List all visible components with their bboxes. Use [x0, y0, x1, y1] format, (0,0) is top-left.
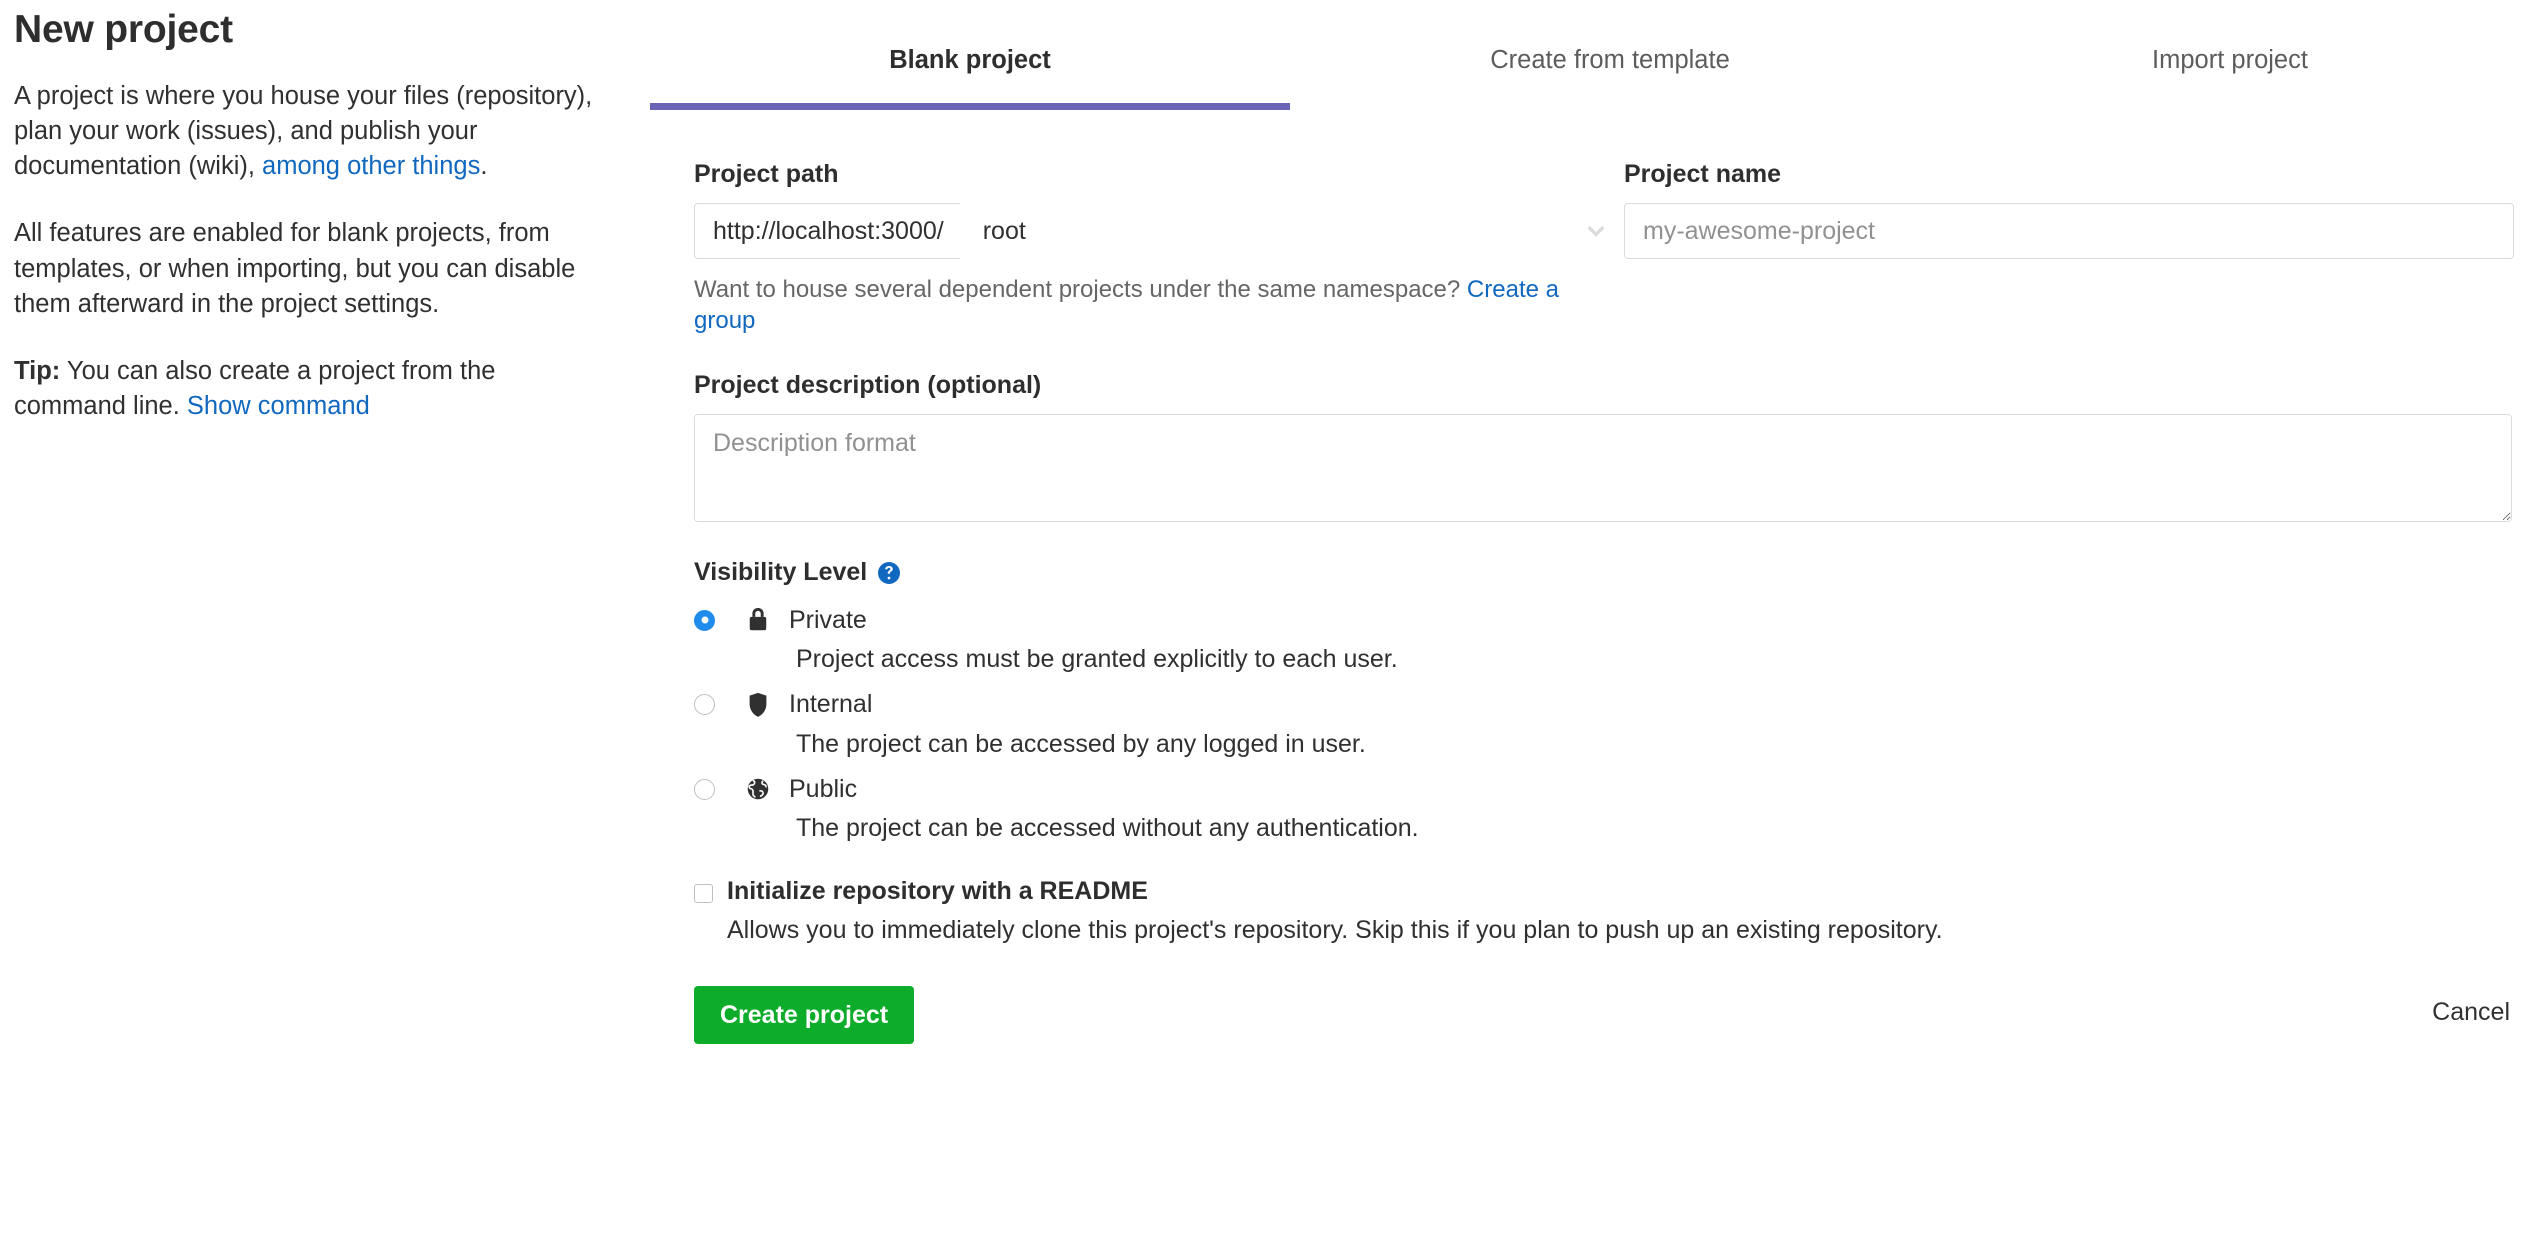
namespace-help-text-label: Want to house several dependent projects…: [694, 276, 1467, 303]
project-name-label: Project name: [1624, 160, 1782, 188]
page-title: New project: [14, 8, 233, 51]
project-description-label: Project description (optional): [694, 371, 1042, 400]
page-description-column: New project A project is where you house…: [14, 8, 614, 424]
among-other-things-link[interactable]: among other things: [262, 152, 480, 180]
show-command-link[interactable]: Show command: [187, 392, 370, 420]
tab-import-project[interactable]: Import project: [1930, 18, 2530, 110]
namespace-select[interactable]: root: [959, 203, 1624, 259]
project-name-field-group: Project name: [1624, 160, 2514, 336]
chevron-down-icon: [1587, 225, 1605, 237]
visibility-option-private-row: Private: [694, 602, 2514, 638]
new-project-page: New project A project is where you house…: [0, 0, 2530, 1252]
visibility-level-header: Visibility Level: [694, 558, 2514, 587]
visibility-option-public[interactable]: Public The project can be accessed witho…: [694, 771, 2514, 845]
visibility-option-internal-name: Internal: [789, 690, 873, 719]
tip-paragraph: Tip: You can also create a project from …: [14, 354, 614, 424]
visibility-option-internal-description: The project can be accessed by any logge…: [796, 729, 1366, 758]
visibility-option-public-row: Public: [694, 771, 2514, 807]
project-path-label: Project path: [694, 160, 839, 188]
initialize-readme-checkbox[interactable]: [694, 883, 713, 903]
visibility-level-section: Visibility Level Private Project access …: [694, 558, 2514, 845]
visibility-level-title: Visibility Level: [694, 558, 868, 587]
visibility-option-private-description: Project access must be granted explicitl…: [796, 645, 1398, 674]
visibility-option-internal[interactable]: Internal The project can be accessed by …: [694, 687, 2514, 761]
visibility-option-internal-row: Internal: [694, 687, 2514, 723]
tab-import-project-label: Import project: [2152, 46, 2308, 74]
lock-icon: [749, 608, 767, 631]
intro-paragraph-1-suffix: .: [480, 152, 488, 181]
project-path-input-group: http://localhost:3000/ root: [694, 203, 1624, 259]
radio-private[interactable]: [694, 609, 715, 631]
tip-label: Tip:: [14, 356, 61, 385]
visibility-option-public-description: The project can be accessed without any …: [796, 814, 1419, 843]
question-circle-icon[interactable]: [878, 561, 901, 584]
radio-internal[interactable]: [694, 694, 715, 716]
intro-paragraph-2: All features are enabled for blank proje…: [14, 219, 576, 318]
radio-public[interactable]: [694, 778, 715, 800]
tab-blank-project-label: Blank project: [889, 46, 1051, 74]
initialize-readme-section: Initialize repository with a README Allo…: [694, 877, 2514, 947]
form-actions: Create project Cancel: [694, 986, 2514, 1046]
initialize-readme-description: Allows you to immediately clone this pro…: [727, 915, 1943, 944]
project-path-url-prefix: http://localhost:3000/: [694, 203, 960, 259]
project-name-input[interactable]: [1624, 203, 2514, 259]
tab-blank-project[interactable]: Blank project: [650, 18, 1290, 110]
tab-create-from-template-label: Create from template: [1490, 46, 1730, 74]
visibility-option-private-name: Private: [789, 605, 867, 634]
namespace-select-value: root: [982, 216, 1026, 245]
new-project-form: Project path http://localhost:3000/ root…: [694, 160, 2514, 1046]
project-description-field-group: Project description (optional): [694, 371, 2514, 523]
namespace-help-text: Want to house several dependent projects…: [694, 274, 1624, 336]
shield-icon: [749, 692, 767, 717]
initialize-readme-label[interactable]: Initialize repository with a README: [727, 877, 1148, 906]
project-type-tabs: Blank project Create from template Impor…: [650, 18, 2530, 110]
intro-paragraph-1: A project is where you house your files …: [14, 79, 614, 185]
create-project-button[interactable]: Create project: [694, 986, 915, 1045]
path-and-name-row: Project path http://localhost:3000/ root…: [694, 160, 2514, 336]
visibility-option-private[interactable]: Private Project access must be granted e…: [694, 602, 2514, 676]
visibility-option-public-name: Public: [789, 774, 858, 803]
tab-create-from-template[interactable]: Create from template: [1290, 18, 1930, 110]
initialize-readme-row: Initialize repository with a README: [694, 877, 2514, 906]
globe-icon: [747, 779, 769, 800]
project-path-field-group: Project path http://localhost:3000/ root…: [694, 160, 1624, 336]
cancel-button[interactable]: Cancel: [2432, 998, 2510, 1027]
project-description-textarea[interactable]: [694, 414, 2512, 523]
